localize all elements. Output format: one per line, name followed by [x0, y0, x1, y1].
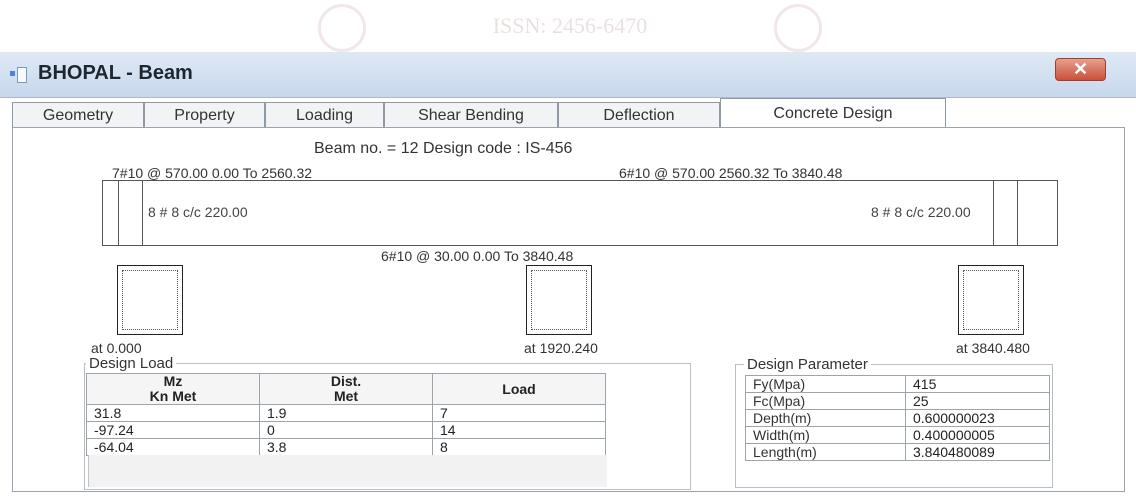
table-cell: 0	[259, 421, 433, 439]
parameter-value: 0.400000005	[905, 426, 1050, 444]
table-row[interactable]: Fc(Mpa) 25	[745, 392, 1050, 410]
watermark-seal-icon	[318, 4, 366, 52]
parameter-label: Length(m)	[745, 443, 906, 461]
section-middle-label: at 1920.240	[524, 340, 598, 356]
table-row[interactable]: Width(m) 0.400000005	[745, 426, 1050, 444]
left-stirrup-label: 8 # 8 c/c 220.00	[148, 204, 248, 220]
parameter-label: Fy(Mpa)	[745, 375, 906, 393]
parameter-value: 415	[905, 375, 1050, 393]
section-start-label: at 0.000	[91, 340, 142, 356]
design-load-empty-area	[88, 455, 607, 487]
parameter-value: 0.600000023	[905, 409, 1050, 427]
design-load-title: Design Load	[86, 355, 177, 372]
left-support-line	[118, 181, 119, 245]
right-support-line	[1017, 181, 1018, 245]
watermark-text: ISSN: 2456-6470	[492, 13, 648, 38]
table-cell: 3.8	[259, 438, 433, 456]
beam-section-end	[958, 265, 1024, 335]
journal-watermark: ISSN: 2456-6470	[300, 0, 840, 52]
window-title: BHOPAL - Beam	[38, 62, 193, 84]
section-end-label: at 3840.480	[956, 340, 1030, 356]
top-left-reinforcement: 7#10 @ 570.00 0.00 To 2560.32	[112, 165, 313, 181]
bottom-reinforcement: 6#10 @ 30.00 0.00 To 3840.48	[381, 248, 574, 264]
tab-shear-bending[interactable]: Shear Bending	[384, 102, 558, 128]
tab-concrete-design[interactable]: Concrete Design	[720, 98, 946, 128]
beam-section-start	[117, 265, 183, 335]
table-cell: 7	[432, 404, 606, 422]
tab-loading[interactable]: Loading	[265, 102, 384, 128]
table-cell: -64.04	[86, 438, 260, 456]
design-heading: Beam no. = 12 Design code : IS-456	[314, 140, 573, 157]
table-header-row: Mz Kn Met Dist. Met Load	[86, 373, 606, 405]
window-icon	[10, 67, 27, 83]
watermark-seal-icon	[774, 4, 822, 52]
tab-geometry[interactable]: Geometry	[12, 102, 144, 128]
table-row[interactable]: -97.24 0 14	[86, 421, 606, 439]
table-row[interactable]: Fy(Mpa) 415	[745, 375, 1050, 393]
tab-property[interactable]: Property	[144, 102, 265, 128]
parameter-label: Depth(m)	[745, 409, 906, 427]
left-stirrup-line	[142, 181, 143, 245]
table-row[interactable]: Length(m) 3.840480089	[745, 443, 1050, 461]
table-cell: 31.8	[86, 404, 260, 422]
design-parameter-title: Design Parameter	[744, 356, 871, 373]
design-parameter-table: Fy(Mpa) 415 Fc(Mpa) 25 Depth(m) 0.600000…	[745, 375, 1050, 461]
table-cell: 8	[432, 438, 606, 456]
tab-strip: Geometry Property Loading Shear Bending …	[12, 98, 1122, 128]
parameter-value: 25	[905, 392, 1050, 410]
parameter-label: Fc(Mpa)	[745, 392, 906, 410]
parameter-label: Width(m)	[745, 426, 906, 444]
beam-section-middle	[526, 265, 592, 335]
top-right-reinforcement: 6#10 @ 570.00 2560.32 To 3840.48	[619, 165, 843, 181]
table-row[interactable]: -64.04 3.8 8	[86, 438, 606, 456]
right-stirrup-line	[993, 181, 994, 245]
close-button[interactable]: ✕	[1055, 58, 1106, 81]
column-header: Dist. Met	[259, 373, 433, 405]
beam-elevation: 8 # 8 c/c 220.00 8 # 8 c/c 220.00	[102, 180, 1058, 246]
table-row[interactable]: Depth(m) 0.600000023	[745, 409, 1050, 427]
table-row[interactable]: 31.8 1.9 7	[86, 404, 606, 422]
window-titlebar: BHOPAL - Beam ✕	[0, 52, 1136, 98]
tab-deflection[interactable]: Deflection	[558, 102, 720, 128]
table-cell: 1.9	[259, 404, 433, 422]
table-cell: 14	[432, 421, 606, 439]
right-stirrup-label: 8 # 8 c/c 220.00	[871, 204, 971, 220]
design-load-table: Mz Kn Met Dist. Met Load 31.8 1.9 7 -97.…	[86, 373, 606, 456]
column-header: Mz Kn Met	[86, 373, 260, 405]
column-header: Load	[432, 373, 606, 405]
table-cell: -97.24	[86, 421, 260, 439]
parameter-value: 3.840480089	[905, 443, 1050, 461]
